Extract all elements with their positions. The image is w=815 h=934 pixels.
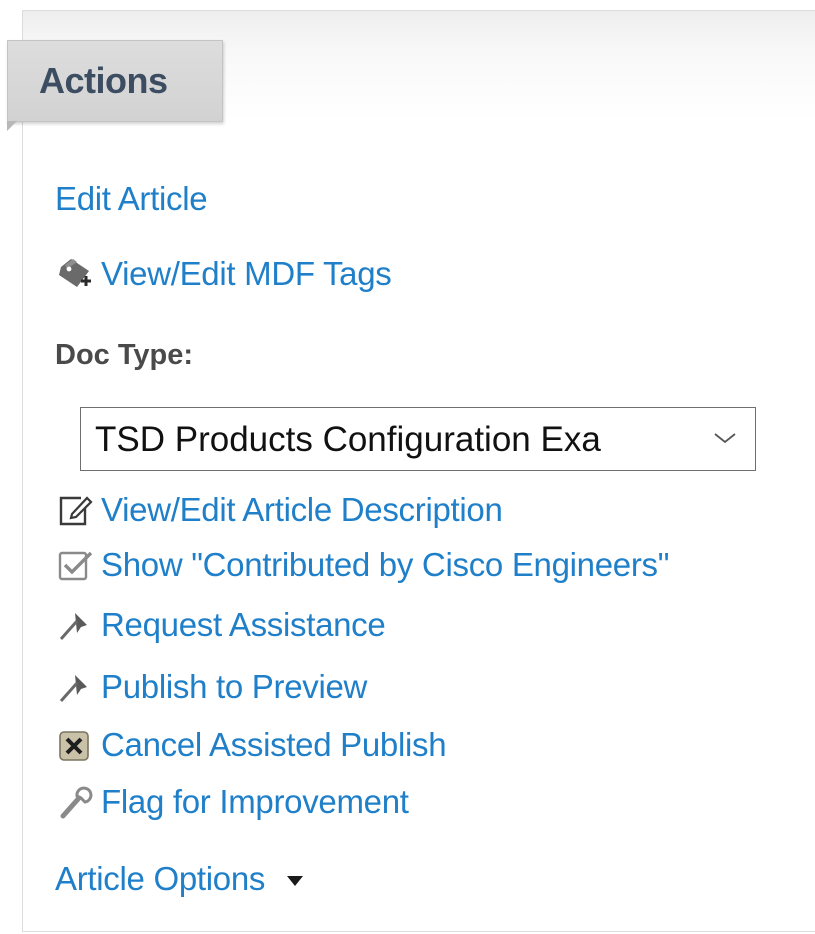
- chevron-down-icon[interactable]: [699, 408, 755, 470]
- flag-improvement-label: Flag for Improvement: [101, 783, 409, 820]
- view-edit-description-label: View/Edit Article Description: [101, 491, 503, 528]
- actions-title: Actions: [39, 60, 168, 101]
- checkbox-icon: [55, 547, 101, 583]
- pin-icon: [55, 669, 101, 705]
- cancel-assisted-publish-label: Cancel Assisted Publish: [101, 726, 447, 763]
- doc-type-value: TSD Products Configuration Exa: [95, 420, 601, 459]
- tag-icon: [55, 256, 101, 292]
- edit-article-link[interactable]: Edit Article: [55, 180, 208, 218]
- view-edit-description-link[interactable]: View/Edit Article Description: [55, 488, 503, 532]
- show-contributed-link[interactable]: Show "Contributed by Cisco Engineers": [55, 543, 669, 587]
- doc-type-select[interactable]: TSD Products Configuration Exa: [80, 407, 756, 471]
- show-contributed-label: Show "Contributed by Cisco Engineers": [101, 546, 670, 583]
- tab-fold: [7, 121, 17, 131]
- article-options-dropdown[interactable]: Article Options: [55, 860, 304, 898]
- wrench-icon: [55, 784, 101, 820]
- doc-type-label: Doc Type:: [55, 339, 194, 371]
- publish-preview-label: Publish to Preview: [101, 668, 368, 705]
- flag-improvement-link[interactable]: Flag for Improvement: [55, 780, 409, 824]
- edit-icon: [55, 492, 101, 528]
- actions-tab: Actions: [7, 40, 223, 122]
- caret-down-icon[interactable]: [287, 876, 304, 886]
- cancel-assisted-publish-link[interactable]: Cancel Assisted Publish: [55, 723, 447, 767]
- view-edit-mdf-tags-link[interactable]: View/Edit MDF Tags: [55, 252, 392, 296]
- request-assistance-label: Request Assistance: [101, 606, 386, 643]
- pin-icon: [55, 607, 101, 643]
- article-options-label: Article Options: [55, 860, 266, 897]
- request-assistance-link[interactable]: Request Assistance: [55, 603, 386, 647]
- publish-preview-link[interactable]: Publish to Preview: [55, 665, 367, 709]
- cancel-icon: [55, 727, 101, 763]
- view-edit-mdf-tags-label: View/Edit MDF Tags: [101, 255, 392, 292]
